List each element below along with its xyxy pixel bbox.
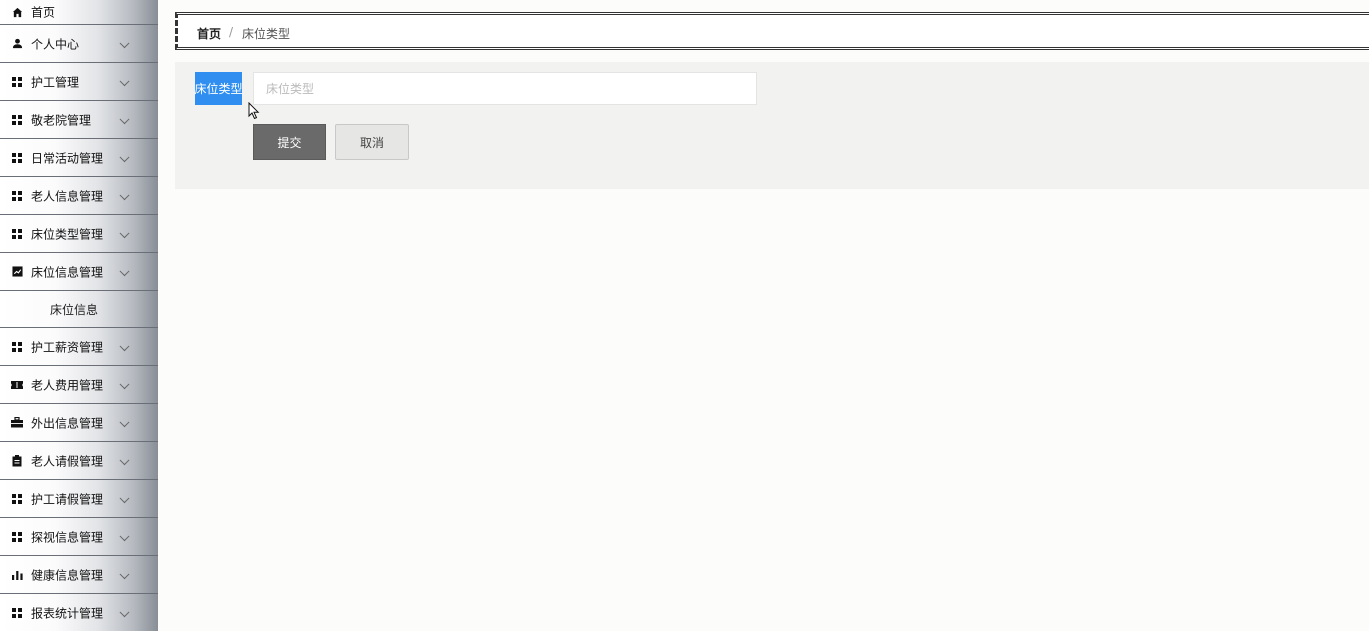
home-icon <box>11 6 23 18</box>
clipboard-icon <box>11 454 23 467</box>
sidebar: 首页 个人中心 护工管理 敬老院管理 日常活动管理 老人信息管理 床位类型管理 … <box>0 0 158 631</box>
chevron-down-icon <box>119 454 130 465</box>
sidebar-item-home[interactable]: 首页 <box>0 0 158 25</box>
chevron-down-icon <box>119 151 130 162</box>
bed-type-form: 床位类型 提交 取消 <box>175 62 1369 189</box>
sidebar-item-label: 护工管理 <box>31 75 80 89</box>
grid-icon <box>11 152 23 164</box>
chevron-down-icon <box>119 113 130 124</box>
chevron-down-icon <box>119 416 130 427</box>
submit-button[interactable]: 提交 <box>253 124 326 160</box>
user-icon <box>11 38 23 50</box>
sidebar-item-label: 老人费用管理 <box>31 378 104 392</box>
chevron-down-icon <box>119 37 130 48</box>
cancel-button[interactable]: 取消 <box>335 124 409 160</box>
chart-icon <box>11 266 23 278</box>
grid-icon <box>11 114 23 126</box>
grid-icon <box>11 76 23 88</box>
bed-type-input[interactable] <box>253 72 757 105</box>
grid-icon <box>11 493 23 505</box>
sidebar-item-label: 床位信息管理 <box>31 265 104 279</box>
chevron-down-icon <box>119 227 130 238</box>
grid-icon <box>11 607 23 619</box>
sidebar-item-personal-center[interactable]: 个人中心 <box>0 25 158 63</box>
grid-icon <box>11 531 23 543</box>
grid-icon <box>11 228 23 240</box>
chevron-down-icon <box>119 378 130 389</box>
sidebar-item-label: 个人中心 <box>31 37 80 51</box>
chevron-down-icon <box>119 189 130 200</box>
sidebar-item-elder-info-management[interactable]: 老人信息管理 <box>0 177 158 215</box>
sidebar-item-health-info-management[interactable]: 健康信息管理 <box>0 556 158 594</box>
sidebar-item-label: 床位类型管理 <box>31 227 104 241</box>
chevron-down-icon <box>119 75 130 86</box>
breadcrumb-current: 床位类型 <box>242 27 291 41</box>
sidebar-item-label: 老人信息管理 <box>31 189 104 203</box>
sidebar-item-visit-info-management[interactable]: 探视信息管理 <box>0 518 158 556</box>
chevron-down-icon <box>119 606 130 617</box>
mouse-cursor-icon <box>248 101 260 123</box>
grid-icon <box>11 341 23 353</box>
grid-icon <box>11 190 23 202</box>
sidebar-item-label: 健康信息管理 <box>31 568 104 582</box>
bar-chart-icon <box>11 569 23 581</box>
sidebar-item-label: 老人请假管理 <box>31 454 104 468</box>
breadcrumb: 首页 / 床位类型 <box>175 12 1369 50</box>
sidebar-subitem-bed-info[interactable]: 床位信息 <box>0 291 158 328</box>
bed-type-label: 床位类型 <box>195 72 243 105</box>
sidebar-item-label: 护工请假管理 <box>31 492 104 506</box>
sidebar-item-elder-fee-management[interactable]: 老人费用管理 <box>0 366 158 404</box>
ticket-icon <box>11 379 23 391</box>
breadcrumb-separator: / <box>229 25 234 39</box>
breadcrumb-home-link[interactable]: 首页 <box>197 25 221 42</box>
sidebar-item-caregiver-management[interactable]: 护工管理 <box>0 63 158 101</box>
sidebar-item-nursing-home-management[interactable]: 敬老院管理 <box>0 101 158 139</box>
sidebar-item-elder-leave-management[interactable]: 老人请假管理 <box>0 442 158 480</box>
sidebar-item-caregiver-leave-management[interactable]: 护工请假管理 <box>0 480 158 518</box>
chevron-down-icon <box>119 568 130 579</box>
chevron-down-icon <box>119 265 130 276</box>
sidebar-item-label: 报表统计管理 <box>31 606 104 620</box>
sidebar-item-report-statistics-management[interactable]: 报表统计管理 <box>0 594 158 631</box>
sidebar-item-bed-info-management[interactable]: 床位信息管理 <box>0 253 158 291</box>
sidebar-item-daily-activity-management[interactable]: 日常活动管理 <box>0 139 158 177</box>
chevron-down-icon <box>119 530 130 541</box>
sidebar-item-caregiver-salary-management[interactable]: 护工薪资管理 <box>0 328 158 366</box>
sidebar-item-label: 日常活动管理 <box>31 151 104 165</box>
chevron-down-icon <box>119 492 130 503</box>
briefcase-icon <box>11 417 23 429</box>
sidebar-item-outing-info-management[interactable]: 外出信息管理 <box>0 404 158 442</box>
sidebar-item-label: 首页 <box>31 5 56 20</box>
sidebar-item-label: 探视信息管理 <box>31 530 104 544</box>
sidebar-item-label: 护工薪资管理 <box>31 340 104 354</box>
chevron-down-icon <box>119 340 130 351</box>
sidebar-item-label: 敬老院管理 <box>31 113 92 127</box>
sidebar-item-label: 外出信息管理 <box>31 416 104 430</box>
sidebar-item-bed-type-management[interactable]: 床位类型管理 <box>0 215 158 253</box>
